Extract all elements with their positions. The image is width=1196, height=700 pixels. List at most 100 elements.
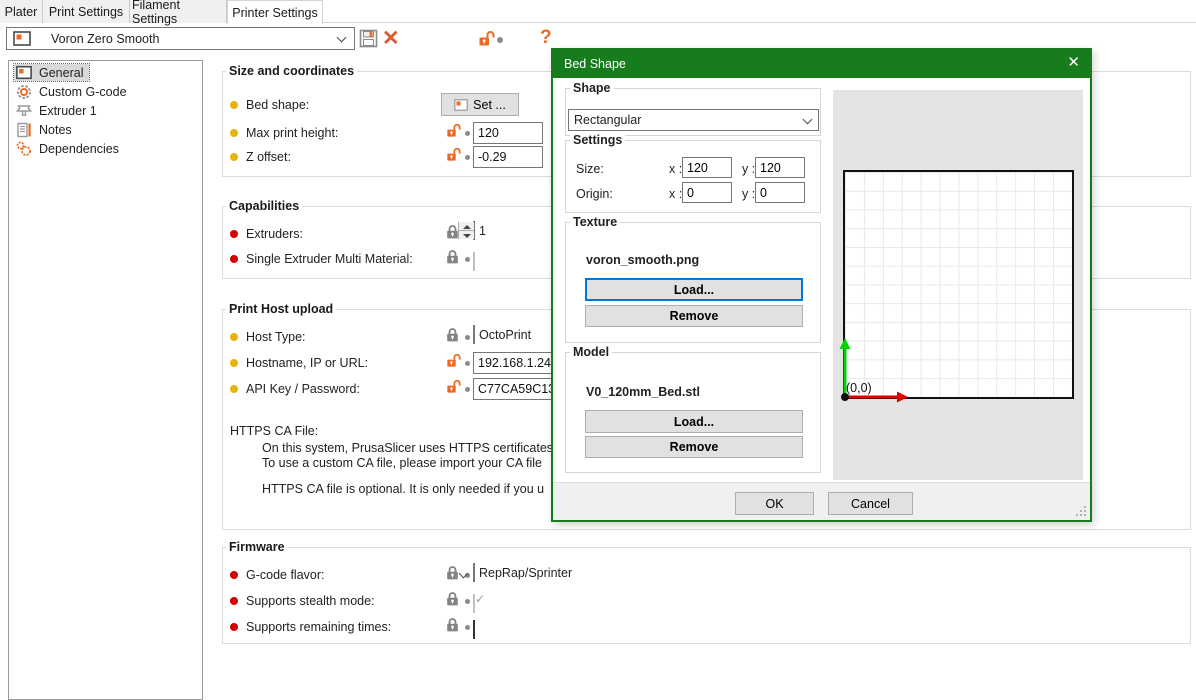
max-print-height-input[interactable]	[473, 122, 543, 144]
arrow-up-icon	[463, 225, 471, 229]
lock-toggle-button[interactable]	[478, 30, 495, 52]
spin-up-button[interactable]	[459, 222, 474, 230]
sidebar-item-custom-gcode[interactable]: Custom G-code	[9, 82, 202, 101]
origin-x-input[interactable]	[682, 182, 732, 203]
ok-button[interactable]: OK	[735, 492, 814, 515]
texture-remove-button[interactable]: Remove	[585, 305, 803, 327]
sidebar-item-dependencies[interactable]: Dependencies	[9, 139, 202, 158]
tab-printer-settings[interactable]: Printer Settings	[227, 0, 323, 24]
dialog-titlebar[interactable]: Bed Shape ✕	[553, 50, 1090, 78]
tab-printer-settings-label: Printer Settings	[232, 6, 317, 20]
system-bullet-icon	[230, 230, 238, 238]
sidebar-item-extruder-1[interactable]: Extruder 1	[9, 101, 202, 120]
separator-dot	[465, 625, 470, 630]
extruders-spinner[interactable]: 1	[473, 221, 475, 240]
delete-icon: ✕	[382, 27, 400, 50]
https-ca-line3: HTTPS CA file is optional. It is only ne…	[262, 482, 544, 496]
settings-tree-sidebar: General Custom G-code Extruder 1	[8, 60, 203, 700]
preset-name: Voron Zero Smooth	[51, 32, 159, 46]
sidebar-item-label: General	[35, 66, 87, 80]
extruder-icon	[16, 103, 32, 119]
texture-filename: voron_smooth.png	[586, 253, 699, 267]
bed-shape-set-button[interactable]: Set ...	[441, 93, 519, 116]
save-icon	[359, 29, 378, 48]
remaining-times-label: Supports remaining times:	[246, 620, 391, 634]
bed-icon	[454, 99, 468, 111]
stealth-mode-checkbox[interactable]: ✓	[473, 594, 475, 613]
open-padlock-icon[interactable]	[446, 123, 461, 143]
origin-y-input[interactable]	[755, 182, 805, 203]
modified-bullet-icon	[230, 153, 238, 161]
group-title: Firmware	[226, 540, 288, 554]
modified-bullet-icon	[230, 359, 238, 367]
system-bullet-icon	[230, 597, 238, 605]
y-label: y :	[742, 187, 755, 201]
separator-dot	[465, 387, 470, 392]
tab-filament-settings[interactable]: Filament Settings	[130, 0, 227, 23]
y-label: y :	[742, 162, 755, 176]
separator-dot	[465, 155, 470, 160]
closed-padlock-icon[interactable]	[446, 327, 459, 347]
chevron-down-icon	[337, 33, 347, 43]
ok-button-label: OK	[765, 497, 783, 511]
texture-load-button[interactable]: Load...	[585, 278, 803, 301]
closed-padlock-icon[interactable]	[446, 591, 459, 611]
size-x-input[interactable]	[682, 157, 732, 178]
origin-axes-icon	[837, 331, 921, 405]
semm-label: Single Extruder Multi Material:	[246, 252, 413, 266]
z-offset-label: Z offset:	[246, 150, 291, 164]
closed-padlock-icon[interactable]	[446, 249, 459, 269]
shape-select[interactable]: Rectangular	[568, 109, 819, 131]
gcode-flavor-select[interactable]: RepRap/Sprinter	[473, 563, 475, 582]
stealth-mode-label: Supports stealth mode:	[246, 594, 375, 608]
model-load-button[interactable]: Load...	[585, 410, 803, 433]
texture-group-title: Texture	[570, 215, 620, 229]
row-supports-remaining-times: Supports remaining times:	[222, 618, 1191, 636]
texture-group: Texture voron_smooth.png Load... Remove	[565, 222, 821, 343]
group-title: Print Host upload	[226, 302, 336, 316]
tab-filament-settings-label: Filament Settings	[132, 0, 224, 26]
tab-print-settings[interactable]: Print Settings	[43, 0, 130, 23]
set-button-label: Set ...	[473, 98, 506, 112]
group-title: Capabilities	[226, 199, 302, 213]
size-y-input[interactable]	[755, 157, 805, 178]
open-padlock-icon[interactable]	[446, 379, 461, 399]
sidebar-item-label: Notes	[35, 123, 76, 137]
z-offset-input[interactable]	[473, 146, 543, 168]
help-button[interactable]: ?	[540, 27, 552, 49]
sidebar-item-general[interactable]: General	[9, 63, 202, 82]
printer-preset-combo[interactable]: Voron Zero Smooth	[6, 27, 355, 50]
model-group: Model V0_120mm_Bed.stl Load... Remove	[565, 352, 821, 473]
printer-preset-icon	[13, 31, 31, 46]
help-icon: ?	[540, 27, 552, 48]
bed-preview-panel: (0,0)	[833, 90, 1083, 480]
extruders-label: Extruders:	[246, 227, 303, 241]
max-print-height-label: Max print height:	[246, 126, 338, 140]
tab-plater[interactable]: Plater	[0, 0, 43, 23]
resize-grip[interactable]	[1084, 514, 1086, 516]
save-preset-button[interactable]	[359, 29, 378, 53]
closed-padlock-icon[interactable]	[446, 565, 459, 585]
x-label: x :	[669, 187, 682, 201]
spin-down-button[interactable]	[459, 230, 474, 239]
sidebar-item-label: Extruder 1	[35, 104, 101, 118]
chevron-down-icon	[803, 115, 813, 125]
delete-preset-button[interactable]: ✕	[382, 26, 400, 51]
cancel-button[interactable]: Cancel	[828, 492, 913, 515]
semm-checkbox[interactable]	[473, 252, 475, 271]
dialog-close-button[interactable]: ✕	[1067, 53, 1080, 71]
remove-button-label: Remove	[670, 440, 719, 454]
remove-button-label: Remove	[670, 309, 719, 323]
open-padlock-icon[interactable]	[446, 147, 461, 167]
group-title: Size and coordinates	[226, 64, 357, 78]
gcode-flavor-label: G-code flavor:	[246, 568, 325, 582]
system-bullet-icon	[230, 571, 238, 579]
closed-padlock-icon[interactable]	[446, 617, 459, 637]
remaining-times-checkbox[interactable]	[473, 620, 475, 639]
open-padlock-icon[interactable]	[446, 353, 461, 373]
tab-print-settings-label: Print Settings	[49, 5, 123, 19]
host-type-select[interactable]: OctoPrint	[473, 325, 475, 344]
model-remove-button[interactable]: Remove	[585, 436, 803, 458]
sidebar-item-notes[interactable]: Notes	[9, 120, 202, 139]
shape-value: Rectangular	[574, 113, 641, 127]
